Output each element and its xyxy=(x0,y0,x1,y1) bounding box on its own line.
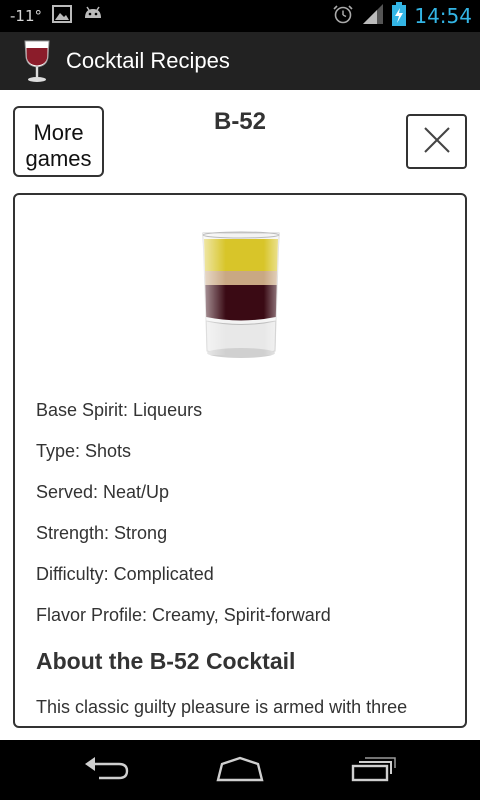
home-button[interactable] xyxy=(210,754,270,788)
property-list: Base Spirit: Liqueurs Type: Shots Served… xyxy=(36,398,456,644)
battery-charging-icon xyxy=(392,2,407,30)
signal-icon xyxy=(362,3,384,29)
action-bar: Cocktail Recipes xyxy=(0,32,480,90)
navigation-bar xyxy=(0,740,480,800)
alarm-icon xyxy=(332,3,354,29)
property-served: Served: Neat/Up xyxy=(36,482,170,502)
back-icon xyxy=(83,756,131,786)
image-icon xyxy=(52,5,72,27)
cocktail-image xyxy=(200,229,282,361)
property-difficulty: Difficulty: Complicated xyxy=(36,564,214,584)
recent-apps-icon xyxy=(349,756,397,786)
app-title: Cocktail Recipes xyxy=(66,48,230,73)
android-icon xyxy=(82,5,104,27)
about-heading: About the B-52 Cocktail xyxy=(36,648,296,674)
content-area: More games B-52 Base Spirit: Liqueurs Ty… xyxy=(0,90,480,740)
temperature-text: -11° xyxy=(10,7,42,25)
recipe-card: Base Spirit: Liqueurs Type: Shots Served… xyxy=(13,193,467,728)
property-base-spirit: Base Spirit: Liqueurs xyxy=(36,400,203,420)
property-strength: Strength: Strong xyxy=(36,523,168,543)
recent-apps-button[interactable] xyxy=(343,754,403,788)
clock-text: 14:54 xyxy=(414,4,472,28)
status-bar: -11° 14:54 xyxy=(0,0,480,32)
about-text: This classic guilty pleasure is armed wi… xyxy=(36,697,408,717)
close-icon xyxy=(422,125,452,158)
wine-glass-icon xyxy=(22,39,52,83)
close-button[interactable] xyxy=(406,114,467,169)
property-type: Type: Shots xyxy=(36,441,132,461)
home-icon xyxy=(214,756,266,786)
back-button[interactable] xyxy=(77,754,137,788)
property-flavor-profile: Flavor Profile: Creamy, Spirit-forward xyxy=(36,605,331,625)
